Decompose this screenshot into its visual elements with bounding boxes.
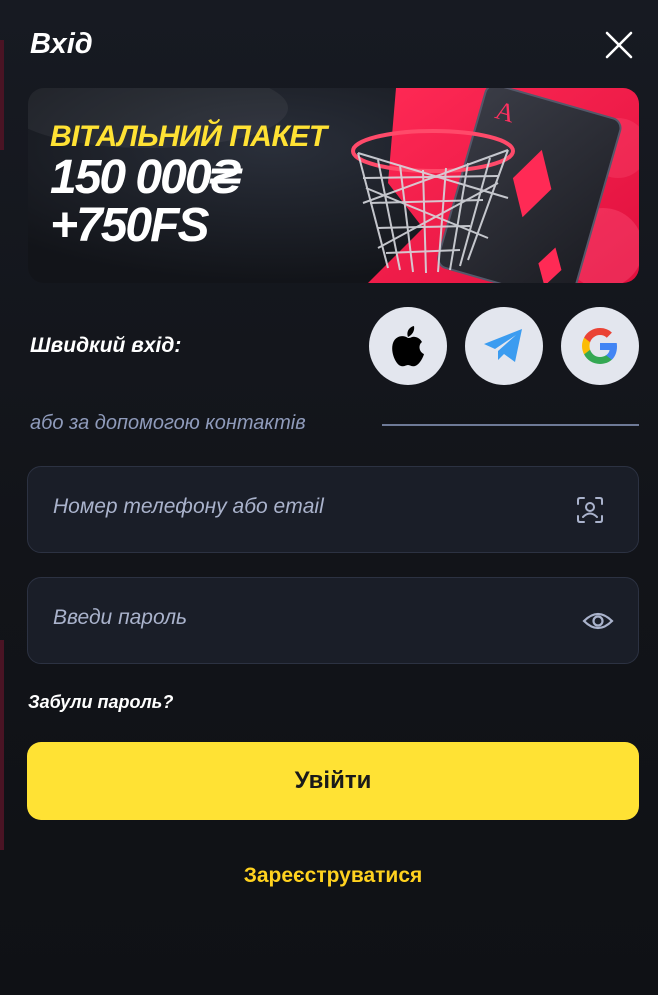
password-field[interactable]: Введи пароль <box>27 577 639 664</box>
google-icon <box>582 328 617 364</box>
login-field[interactable]: Номер телефону або email <box>27 466 639 553</box>
forgot-password-link[interactable]: Забули пароль? <box>28 692 173 713</box>
close-icon[interactable] <box>604 30 634 60</box>
telegram-icon <box>484 329 522 362</box>
password-placeholder: Введи пароль <box>53 606 188 629</box>
background-edge <box>0 640 4 850</box>
login-placeholder: Номер телефону або email <box>53 495 324 518</box>
telegram-login-button[interactable] <box>465 307 543 385</box>
divider-text: або за допомогою контактів <box>30 412 306 434</box>
modal-title: Вхід <box>30 28 93 60</box>
banner-amount: 150 000₴ <box>50 151 242 204</box>
quick-login-label: Швидкий вхід: <box>30 334 182 357</box>
login-modal: Вхід A ВІТАЛЬНИЙ ПАКЕТ 150 000₴ +750FS Ш… <box>0 0 658 995</box>
banner-freespins: +750FS <box>50 199 209 252</box>
background-edge <box>0 40 4 150</box>
banner-headline: ВІТАЛЬНИЙ ПАКЕТ <box>50 120 327 153</box>
login-button[interactable]: Увійти <box>27 742 639 820</box>
register-link[interactable]: Зареєструватися <box>0 864 658 888</box>
google-login-button[interactable] <box>561 307 639 385</box>
promo-banner[interactable]: A ВІТАЛЬНИЙ ПАКЕТ 150 000₴ +750FS <box>28 88 639 283</box>
apple-login-button[interactable] <box>369 307 447 385</box>
eye-icon[interactable] <box>582 607 614 635</box>
apple-icon <box>392 326 424 367</box>
contact-scan-icon[interactable] <box>576 496 604 524</box>
divider-line <box>382 424 639 426</box>
